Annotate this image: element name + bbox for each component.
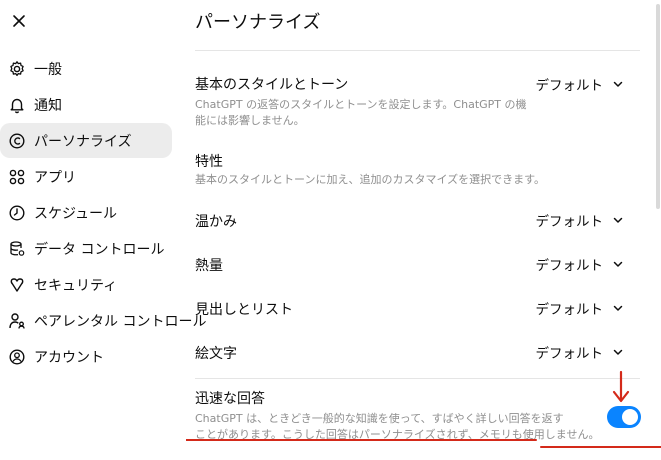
sidebar-item-label: ペアレンタル コントロール [34, 313, 207, 330]
traits-heading: 特性 [195, 154, 223, 170]
sidebar-item-data-controls[interactable]: データ コントロール [0, 231, 172, 266]
enthusiasm-select[interactable]: デフォルト [536, 253, 626, 275]
quick-answers-label: 迅速な回答 [195, 391, 265, 407]
page-title: パーソナライズ [195, 12, 321, 33]
select-value: デフォルト [535, 78, 604, 94]
base-style-label: 基本のスタイルとトーン [195, 77, 349, 93]
gear-icon [8, 60, 26, 78]
sidebar-item-label: 通知 [34, 97, 62, 114]
select-value: デフォルト [535, 346, 604, 362]
sidebar-item-account[interactable]: アカウント [0, 339, 172, 374]
sidebar-item-label: アカウント [34, 349, 104, 366]
chevron-down-icon [611, 257, 625, 271]
sidebar-item-label: パーソナライズ [34, 133, 132, 150]
emoji-label: 絵文字 [195, 346, 237, 362]
sidebar-item-general[interactable]: 一般 [0, 51, 172, 86]
divider [195, 378, 640, 379]
chevron-down-icon [611, 345, 625, 359]
settings-sidebar: 一般 通知 パーソナライズ アプリ スケジュール データ コントロール セキュリ… [0, 0, 206, 460]
sidebar-item-apps[interactable]: アプリ [0, 159, 172, 194]
sidebar-item-notifications[interactable]: 通知 [0, 87, 172, 122]
chevron-down-icon [611, 301, 625, 315]
parent-icon [8, 312, 26, 330]
close-button[interactable] [8, 10, 30, 32]
description-line: ChatGPT の返答のスタイルとトーンを設定します。ChatGPT の機 [195, 98, 527, 111]
sidebar-item-parental-controls[interactable]: ペアレンタル コントロール [0, 303, 206, 338]
scrollbar[interactable] [655, 0, 661, 460]
description-line: ChatGPT は、ときどき一般的な知識を使って、すばやく詳しい回答を返す [195, 412, 564, 425]
annotation-arrow-icon [612, 370, 630, 403]
headers-lists-select[interactable]: デフォルト [536, 297, 626, 319]
sidebar-item-label: アプリ [34, 169, 76, 186]
warmth-select[interactable]: デフォルト [536, 209, 626, 231]
chevron-down-icon [611, 77, 625, 91]
sidebar-item-label: スケジュール [34, 205, 118, 222]
sidebar-item-personalize[interactable]: パーソナライズ [0, 123, 172, 158]
chevron-down-icon [611, 213, 625, 227]
description-line: 能には影響しません。 [195, 114, 305, 127]
account-icon [8, 348, 26, 366]
select-value: デフォルト [535, 258, 604, 274]
warmth-label: 温かみ [195, 214, 237, 230]
divider [195, 50, 640, 51]
sidebar-item-security[interactable]: セキュリティ [0, 267, 172, 302]
close-icon [13, 15, 25, 27]
bell-icon [8, 96, 26, 114]
quick-answers-toggle[interactable] [607, 406, 641, 428]
toggle-knob [622, 409, 638, 425]
scrollbar-thumb[interactable] [656, 4, 660, 209]
clock-icon [8, 204, 26, 222]
traits-description: 基本のスタイルとトーンに加え、追加のカスタマイズを選択できます。 [195, 173, 546, 186]
select-value: デフォルト [535, 214, 604, 230]
annotation-underline [186, 439, 661, 448]
base-style-description: ChatGPT の返答のスタイルとトーンを設定します。ChatGPT の機 能に… [195, 97, 527, 129]
sidebar-item-schedule[interactable]: スケジュール [0, 195, 172, 230]
emoji-select[interactable]: デフォルト [536, 341, 626, 363]
personalize-icon [8, 132, 26, 150]
database-icon [8, 240, 26, 258]
headers-lists-label: 見出しとリスト [195, 302, 293, 318]
base-style-select[interactable]: デフォルト [536, 73, 626, 95]
select-value: デフォルト [535, 302, 604, 318]
shield-icon [8, 276, 26, 294]
sidebar-item-label: 一般 [34, 61, 62, 78]
sidebar-item-label: データ コントロール [34, 241, 165, 258]
sidebar-item-label: セキュリティ [34, 277, 118, 294]
apps-grid-icon [8, 168, 26, 186]
enthusiasm-label: 熱量 [195, 258, 223, 274]
